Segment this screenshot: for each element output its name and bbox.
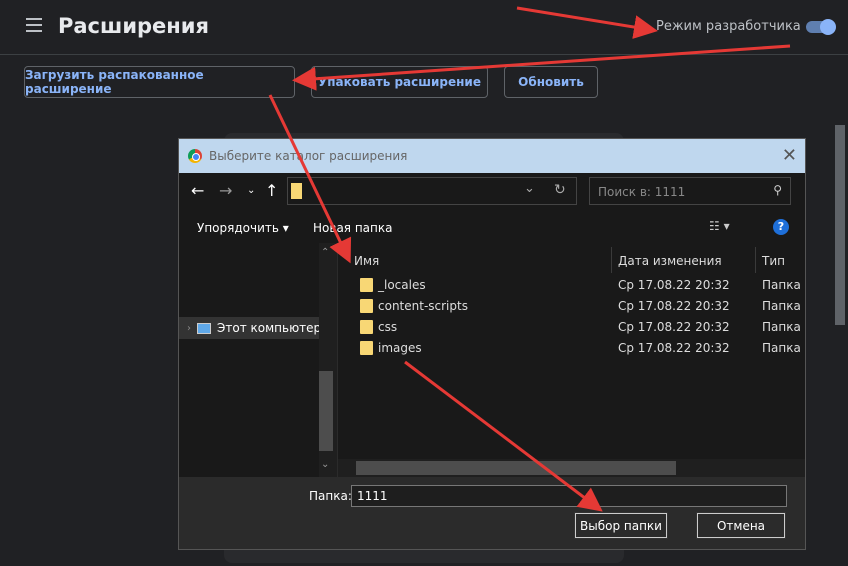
- folder-picker-dialog: Выберите каталог расширения ✕ ← → ⌄ ↑ ⌄ …: [178, 138, 806, 550]
- dev-mode-label: Режим разработчика: [656, 19, 801, 34]
- search-input[interactable]: Поиск в: 1111 ⚲: [589, 177, 791, 205]
- hscroll-thumb[interactable]: [356, 461, 676, 475]
- file-list: Имя Дата изменения Тип _localesСр 17.08.…: [338, 243, 805, 477]
- file-row[interactable]: content-scriptsСр 17.08.22 20:32Папка с …: [338, 296, 805, 317]
- page-scrollbar-thumb[interactable]: [835, 125, 845, 325]
- forward-icon[interactable]: →: [219, 181, 232, 200]
- folder-input[interactable]: 1111: [351, 485, 787, 507]
- dialog-title: Выберите каталог расширения: [209, 149, 407, 163]
- page-title: Расширения: [58, 14, 209, 38]
- computer-icon: [197, 323, 211, 334]
- folder-icon: [360, 299, 373, 313]
- column-type[interactable]: Тип: [756, 247, 805, 273]
- up-icon[interactable]: ↑: [265, 181, 278, 200]
- chevron-down-icon[interactable]: ⌄: [524, 181, 535, 196]
- file-row[interactable]: imagesСр 17.08.22 20:32Папка с файлами: [338, 338, 805, 359]
- folder-icon: [360, 320, 373, 334]
- cancel-button[interactable]: Отмена: [697, 513, 785, 538]
- dialog-toolbar: ← → ⌄ ↑ ⌄ ↻ Поиск в: 1111 ⚲ Упорядочить …: [179, 173, 805, 243]
- load-unpacked-button[interactable]: Загрузить распакованное расширение: [24, 66, 295, 98]
- column-name[interactable]: Имя: [348, 247, 612, 273]
- chrome-icon: [188, 149, 202, 163]
- menu-icon[interactable]: [26, 18, 42, 32]
- navigation-pane: [179, 243, 337, 477]
- view-options-icon[interactable]: ☷ ▾: [709, 219, 730, 233]
- column-date[interactable]: Дата изменения: [612, 247, 756, 273]
- dev-mode-toggle[interactable]: [806, 21, 834, 33]
- header: Расширения Режим разработчика: [0, 0, 848, 55]
- refresh-icon[interactable]: ↻: [554, 182, 566, 198]
- file-row[interactable]: _localesСр 17.08.22 20:32Папка с файлами: [338, 275, 805, 296]
- scroll-down-icon[interactable]: ⌄: [321, 459, 329, 470]
- new-folder-button[interactable]: Новая папка: [313, 221, 392, 235]
- scroll-up-icon[interactable]: ⌃: [321, 247, 329, 258]
- organize-menu[interactable]: Упорядочить ▾: [197, 221, 289, 235]
- select-folder-button[interactable]: Выбор папки: [575, 513, 667, 538]
- file-row[interactable]: cssСр 17.08.22 20:32Папка с файлами: [338, 317, 805, 338]
- close-icon[interactable]: ✕: [782, 145, 797, 166]
- help-icon[interactable]: ?: [773, 219, 789, 235]
- recent-chevron-icon[interactable]: ⌄: [247, 185, 255, 196]
- pack-extension-button[interactable]: Упаковать расширение: [311, 66, 488, 98]
- search-icon: ⚲: [773, 183, 782, 197]
- expand-icon[interactable]: ›: [187, 323, 191, 334]
- back-icon[interactable]: ←: [191, 181, 204, 200]
- folder-icon: [360, 278, 373, 292]
- update-button[interactable]: Обновить: [504, 66, 598, 98]
- address-bar[interactable]: ⌄ ↻: [287, 177, 577, 205]
- folder-label: Папка:: [309, 489, 352, 503]
- folder-icon: [291, 183, 302, 199]
- dialog-titlebar: Выберите каталог расширения ✕: [179, 139, 805, 173]
- nav-pane-scroll-thumb[interactable]: [319, 371, 333, 451]
- tree-item-label: Этот компьютер: [217, 321, 321, 335]
- folder-icon: [360, 341, 373, 355]
